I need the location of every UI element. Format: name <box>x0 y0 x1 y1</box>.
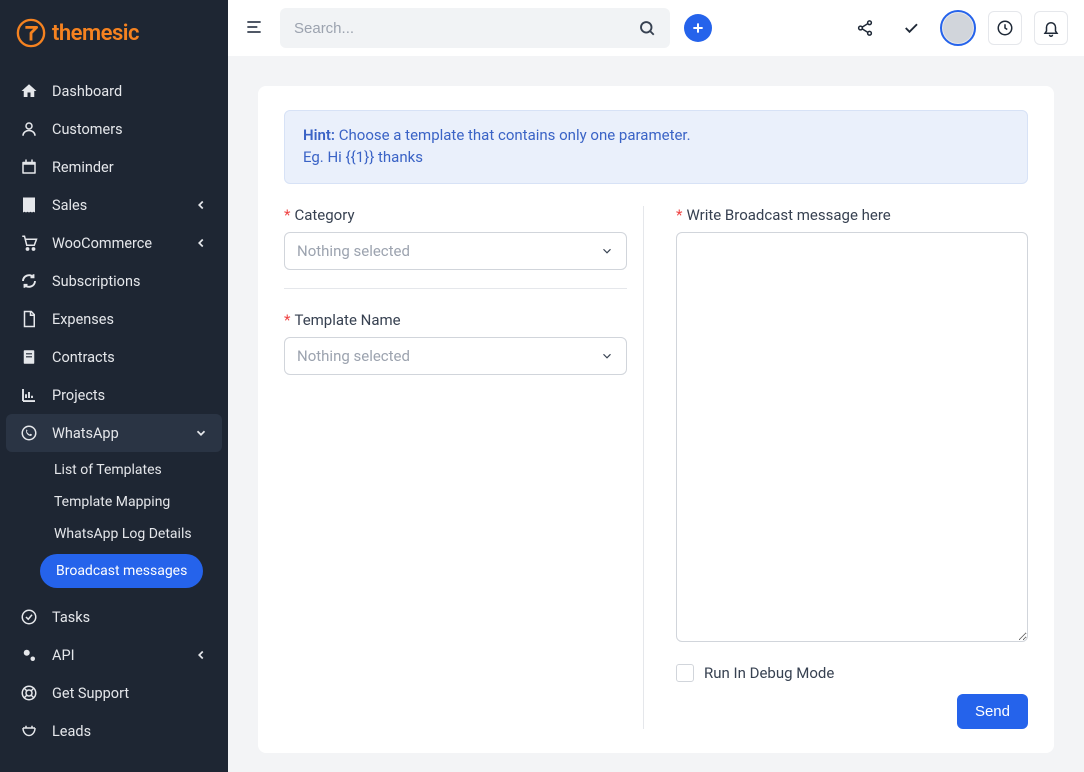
sidebar-item-dashboard[interactable]: Dashboard <box>6 72 222 110</box>
lifebuoy-icon <box>20 684 38 702</box>
hint-line2: Eg. Hi {{1}} thanks <box>303 148 423 166</box>
receipt-icon <box>20 196 38 214</box>
sidebar-item-contracts[interactable]: Contracts <box>6 338 222 376</box>
sidebar: themesic Dashboard Customers Reminder Sa… <box>0 0 228 772</box>
logo-icon <box>16 18 46 48</box>
sidebar-item-projects[interactable]: Projects <box>6 376 222 414</box>
share-button[interactable] <box>848 11 882 45</box>
sidebar-item-reminder[interactable]: Reminder <box>6 148 222 186</box>
chevron-left-icon <box>194 236 208 250</box>
hint-box: Hint: Choose a template that contains on… <box>284 110 1028 184</box>
template-select[interactable]: Nothing selected <box>284 337 627 375</box>
check-button[interactable] <box>894 11 928 45</box>
add-button[interactable] <box>684 14 712 42</box>
right-column: * Write Broadcast message here Run In De… <box>676 206 1028 729</box>
sidebar-item-support[interactable]: Get Support <box>6 674 222 712</box>
sidebar-item-label: Subscriptions <box>52 273 140 290</box>
sidebar-item-label: WooCommerce <box>52 235 152 252</box>
topbar-actions <box>848 10 1068 46</box>
sidebar-item-label: Get Support <box>52 685 129 702</box>
chevron-down-icon <box>194 426 208 440</box>
logo[interactable]: themesic <box>0 0 228 66</box>
whatsapp-icon <box>20 424 38 442</box>
sidebar-item-label: API <box>52 647 75 664</box>
logo-text: themesic <box>52 21 139 46</box>
search-input[interactable] <box>294 20 638 37</box>
sidebar-item-label: Reminder <box>52 159 114 176</box>
message-label: * Write Broadcast message here <box>676 206 1028 224</box>
avatar-image <box>943 13 973 43</box>
sidebar-item-label: Customers <box>52 121 123 138</box>
template-placeholder: Nothing selected <box>297 347 410 365</box>
required-mark: * <box>284 206 290 224</box>
sidebar-item-sales[interactable]: Sales <box>6 186 222 224</box>
whatsapp-submenu: List of Templates Template Mapping Whats… <box>6 452 222 598</box>
sidebar-item-whatsapp[interactable]: WhatsApp <box>6 414 222 452</box>
content: Hint: Choose a template that contains on… <box>228 56 1084 772</box>
template-label: * Template Name <box>284 311 627 329</box>
category-select[interactable]: Nothing selected <box>284 232 627 270</box>
sidebar-item-label: Projects <box>52 387 105 404</box>
hint-line1: Choose a template that contains only one… <box>335 126 691 144</box>
topbar <box>228 0 1084 56</box>
bell-button[interactable] <box>1034 11 1068 45</box>
search-icon[interactable] <box>638 19 656 37</box>
sidebar-item-tasks[interactable]: Tasks <box>6 598 222 636</box>
sub-item-log[interactable]: WhatsApp Log Details <box>6 518 222 550</box>
sidebar-item-label: Contracts <box>52 349 115 366</box>
avatar[interactable] <box>940 10 976 46</box>
hamburger-icon[interactable] <box>244 17 266 39</box>
sidebar-item-label: Tasks <box>52 609 90 626</box>
chevron-down-icon <box>600 349 614 363</box>
sidebar-item-label: Expenses <box>52 311 114 328</box>
refresh-icon <box>20 272 38 290</box>
home-icon <box>20 82 38 100</box>
document-icon <box>20 348 38 366</box>
chevron-left-icon <box>194 648 208 662</box>
sidebar-item-subscriptions[interactable]: Subscriptions <box>6 262 222 300</box>
debug-checkbox[interactable] <box>676 664 694 682</box>
category-label: * Category <box>284 206 627 224</box>
sub-item-broadcast[interactable]: Broadcast messages <box>40 554 203 588</box>
chart-icon <box>20 386 38 404</box>
chevron-left-icon <box>194 198 208 212</box>
left-column: * Category Nothing selected * <box>284 206 644 729</box>
search-box[interactable] <box>280 8 670 48</box>
chevron-down-icon <box>600 244 614 258</box>
person-icon <box>20 120 38 138</box>
divider <box>284 288 627 289</box>
hint-prefix: Hint: <box>303 126 335 144</box>
required-mark: * <box>676 206 682 224</box>
required-mark: * <box>284 311 290 329</box>
sub-item-templates[interactable]: List of Templates <box>6 454 222 486</box>
file-icon <box>20 310 38 328</box>
sidebar-item-label: Sales <box>52 197 87 214</box>
message-textarea[interactable] <box>676 232 1028 642</box>
cart-icon <box>20 234 38 252</box>
debug-label: Run In Debug Mode <box>704 664 834 682</box>
category-placeholder: Nothing selected <box>297 242 410 260</box>
sidebar-item-label: WhatsApp <box>52 425 119 442</box>
sidebar-item-woocommerce[interactable]: WooCommerce <box>6 224 222 262</box>
main-area: Hint: Choose a template that contains on… <box>228 0 1084 772</box>
gears-icon <box>20 646 38 664</box>
sidebar-nav: Dashboard Customers Reminder Sales WooCo… <box>0 66 228 756</box>
check-circle-icon <box>20 608 38 626</box>
leads-icon <box>20 722 38 740</box>
clock-button[interactable] <box>988 11 1022 45</box>
sidebar-item-api[interactable]: API <box>6 636 222 674</box>
calendar-icon <box>20 158 38 176</box>
sub-item-mapping[interactable]: Template Mapping <box>6 486 222 518</box>
sidebar-item-customers[interactable]: Customers <box>6 110 222 148</box>
send-button[interactable]: Send <box>957 694 1028 729</box>
sidebar-item-leads[interactable]: Leads <box>6 712 222 750</box>
sidebar-item-label: Dashboard <box>52 83 122 100</box>
card: Hint: Choose a template that contains on… <box>258 86 1054 753</box>
sidebar-item-expenses[interactable]: Expenses <box>6 300 222 338</box>
sidebar-item-label: Leads <box>52 723 91 740</box>
